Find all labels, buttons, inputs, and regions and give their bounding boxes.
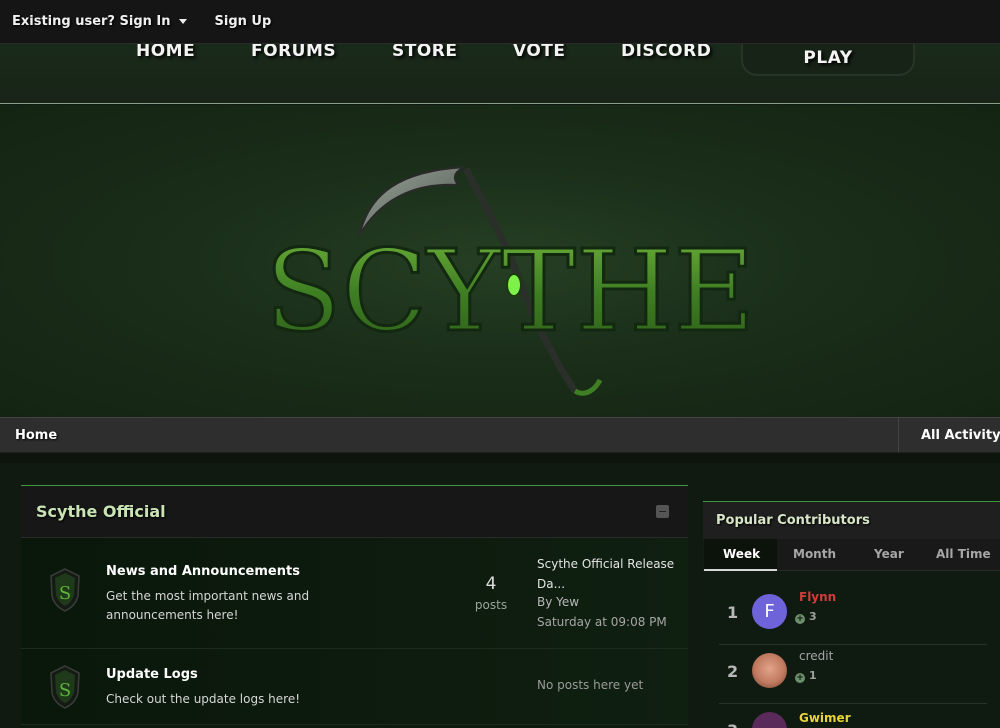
contributor-row: 2 credit +1 [719, 646, 987, 704]
last-post-author[interactable]: By Yew [537, 595, 579, 609]
breadcrumb-home[interactable]: Home [15, 428, 57, 443]
plus-circle-icon: + [795, 673, 805, 683]
collapse-icon[interactable] [656, 505, 669, 518]
sign-in-link[interactable]: Existing user? Sign In [12, 14, 187, 29]
sign-in-label: Existing user? Sign In [12, 14, 171, 29]
avatar[interactable] [752, 712, 787, 728]
last-post-title[interactable]: Scythe Official Release Da... [537, 554, 682, 594]
contributor-name[interactable]: Gwimer [799, 711, 851, 725]
forum-shield-icon: S [50, 665, 80, 709]
post-count-label: posts [474, 598, 508, 612]
handle-tip [573, 378, 603, 396]
breadcrumb: Home All Activity [0, 417, 1000, 453]
contributor-reputation: +3 [795, 610, 817, 624]
contributor-rank: 2 [727, 662, 739, 681]
sign-up-link[interactable]: Sign Up [215, 14, 272, 29]
nav-forums[interactable]: FORUMS [251, 41, 336, 61]
user-bar: Existing user? Sign In Sign Up [0, 0, 1000, 44]
svg-text:S: S [59, 680, 71, 701]
tab-week[interactable]: Week [723, 547, 760, 561]
scythe-logo[interactable]: SCYTHE [0, 105, 1000, 417]
main-nav: HOME FORUMS STORE VOTE DISCORD PLAY [0, 38, 1000, 104]
banner: SCYTHE [0, 105, 1000, 417]
forum-row: S Update Logs Check out the update logs … [21, 649, 688, 725]
contributor-row: 1 F Flynn +3 [719, 587, 987, 645]
category-header: Scythe Official [21, 486, 688, 538]
forum-category-panel: Scythe Official S News and Announcements… [21, 485, 688, 728]
play-label: PLAY [803, 48, 853, 68]
nav-vote[interactable]: VOTE [513, 41, 566, 61]
forum-row: S News and Announcements Get the most im… [21, 538, 688, 649]
contributor-name[interactable]: credit [799, 649, 833, 663]
forum-description: Check out the update logs here! [106, 692, 301, 706]
tab-all-time[interactable]: All Time [936, 547, 991, 561]
all-activity-label: All Activity [921, 427, 1000, 443]
forum-shield-icon: S [50, 568, 80, 612]
contributor-row: 3 Gwimer [719, 705, 987, 728]
avatar[interactable] [752, 653, 787, 688]
forum-description: Get the most important news and announce… [106, 589, 310, 622]
reputation-value: 3 [809, 610, 817, 623]
widget-header: Popular Contributors [703, 501, 1000, 539]
tab-year[interactable]: Year [874, 547, 904, 561]
popular-contributors-widget: Popular Contributors Week Month Year All… [703, 501, 1000, 728]
widget-title: Popular Contributors [716, 513, 870, 528]
nav-store[interactable]: STORE [392, 41, 458, 61]
caret-down-icon [178, 19, 187, 24]
avatar[interactable]: F [752, 594, 787, 629]
forum-title[interactable]: News and Announcements [106, 564, 300, 579]
post-count: 4 [485, 574, 497, 594]
nav-discord[interactable]: DISCORD [621, 41, 711, 61]
contributor-rank: 1 [727, 603, 739, 622]
contributor-tabs: Week Month Year All Time [703, 539, 1000, 571]
reputation-value: 1 [809, 669, 817, 682]
svg-text:S: S [59, 583, 71, 604]
contributor-reputation: +1 [795, 669, 817, 683]
last-post-date: Saturday at 09:08 PM [537, 615, 667, 629]
tab-month[interactable]: Month [793, 547, 836, 561]
nav-home[interactable]: HOME [136, 41, 195, 61]
forum-title[interactable]: Update Logs [106, 667, 198, 682]
contributor-rank: 3 [727, 721, 738, 728]
contributor-name[interactable]: Flynn [799, 590, 836, 604]
plus-circle-icon: + [795, 614, 805, 624]
no-posts-text: No posts here yet [537, 678, 644, 692]
category-title[interactable]: Scythe Official [36, 502, 166, 521]
blade-shape [358, 166, 466, 237]
all-activity-link[interactable]: All Activity [898, 418, 1000, 452]
logo-text: SCYTHE [265, 227, 756, 357]
